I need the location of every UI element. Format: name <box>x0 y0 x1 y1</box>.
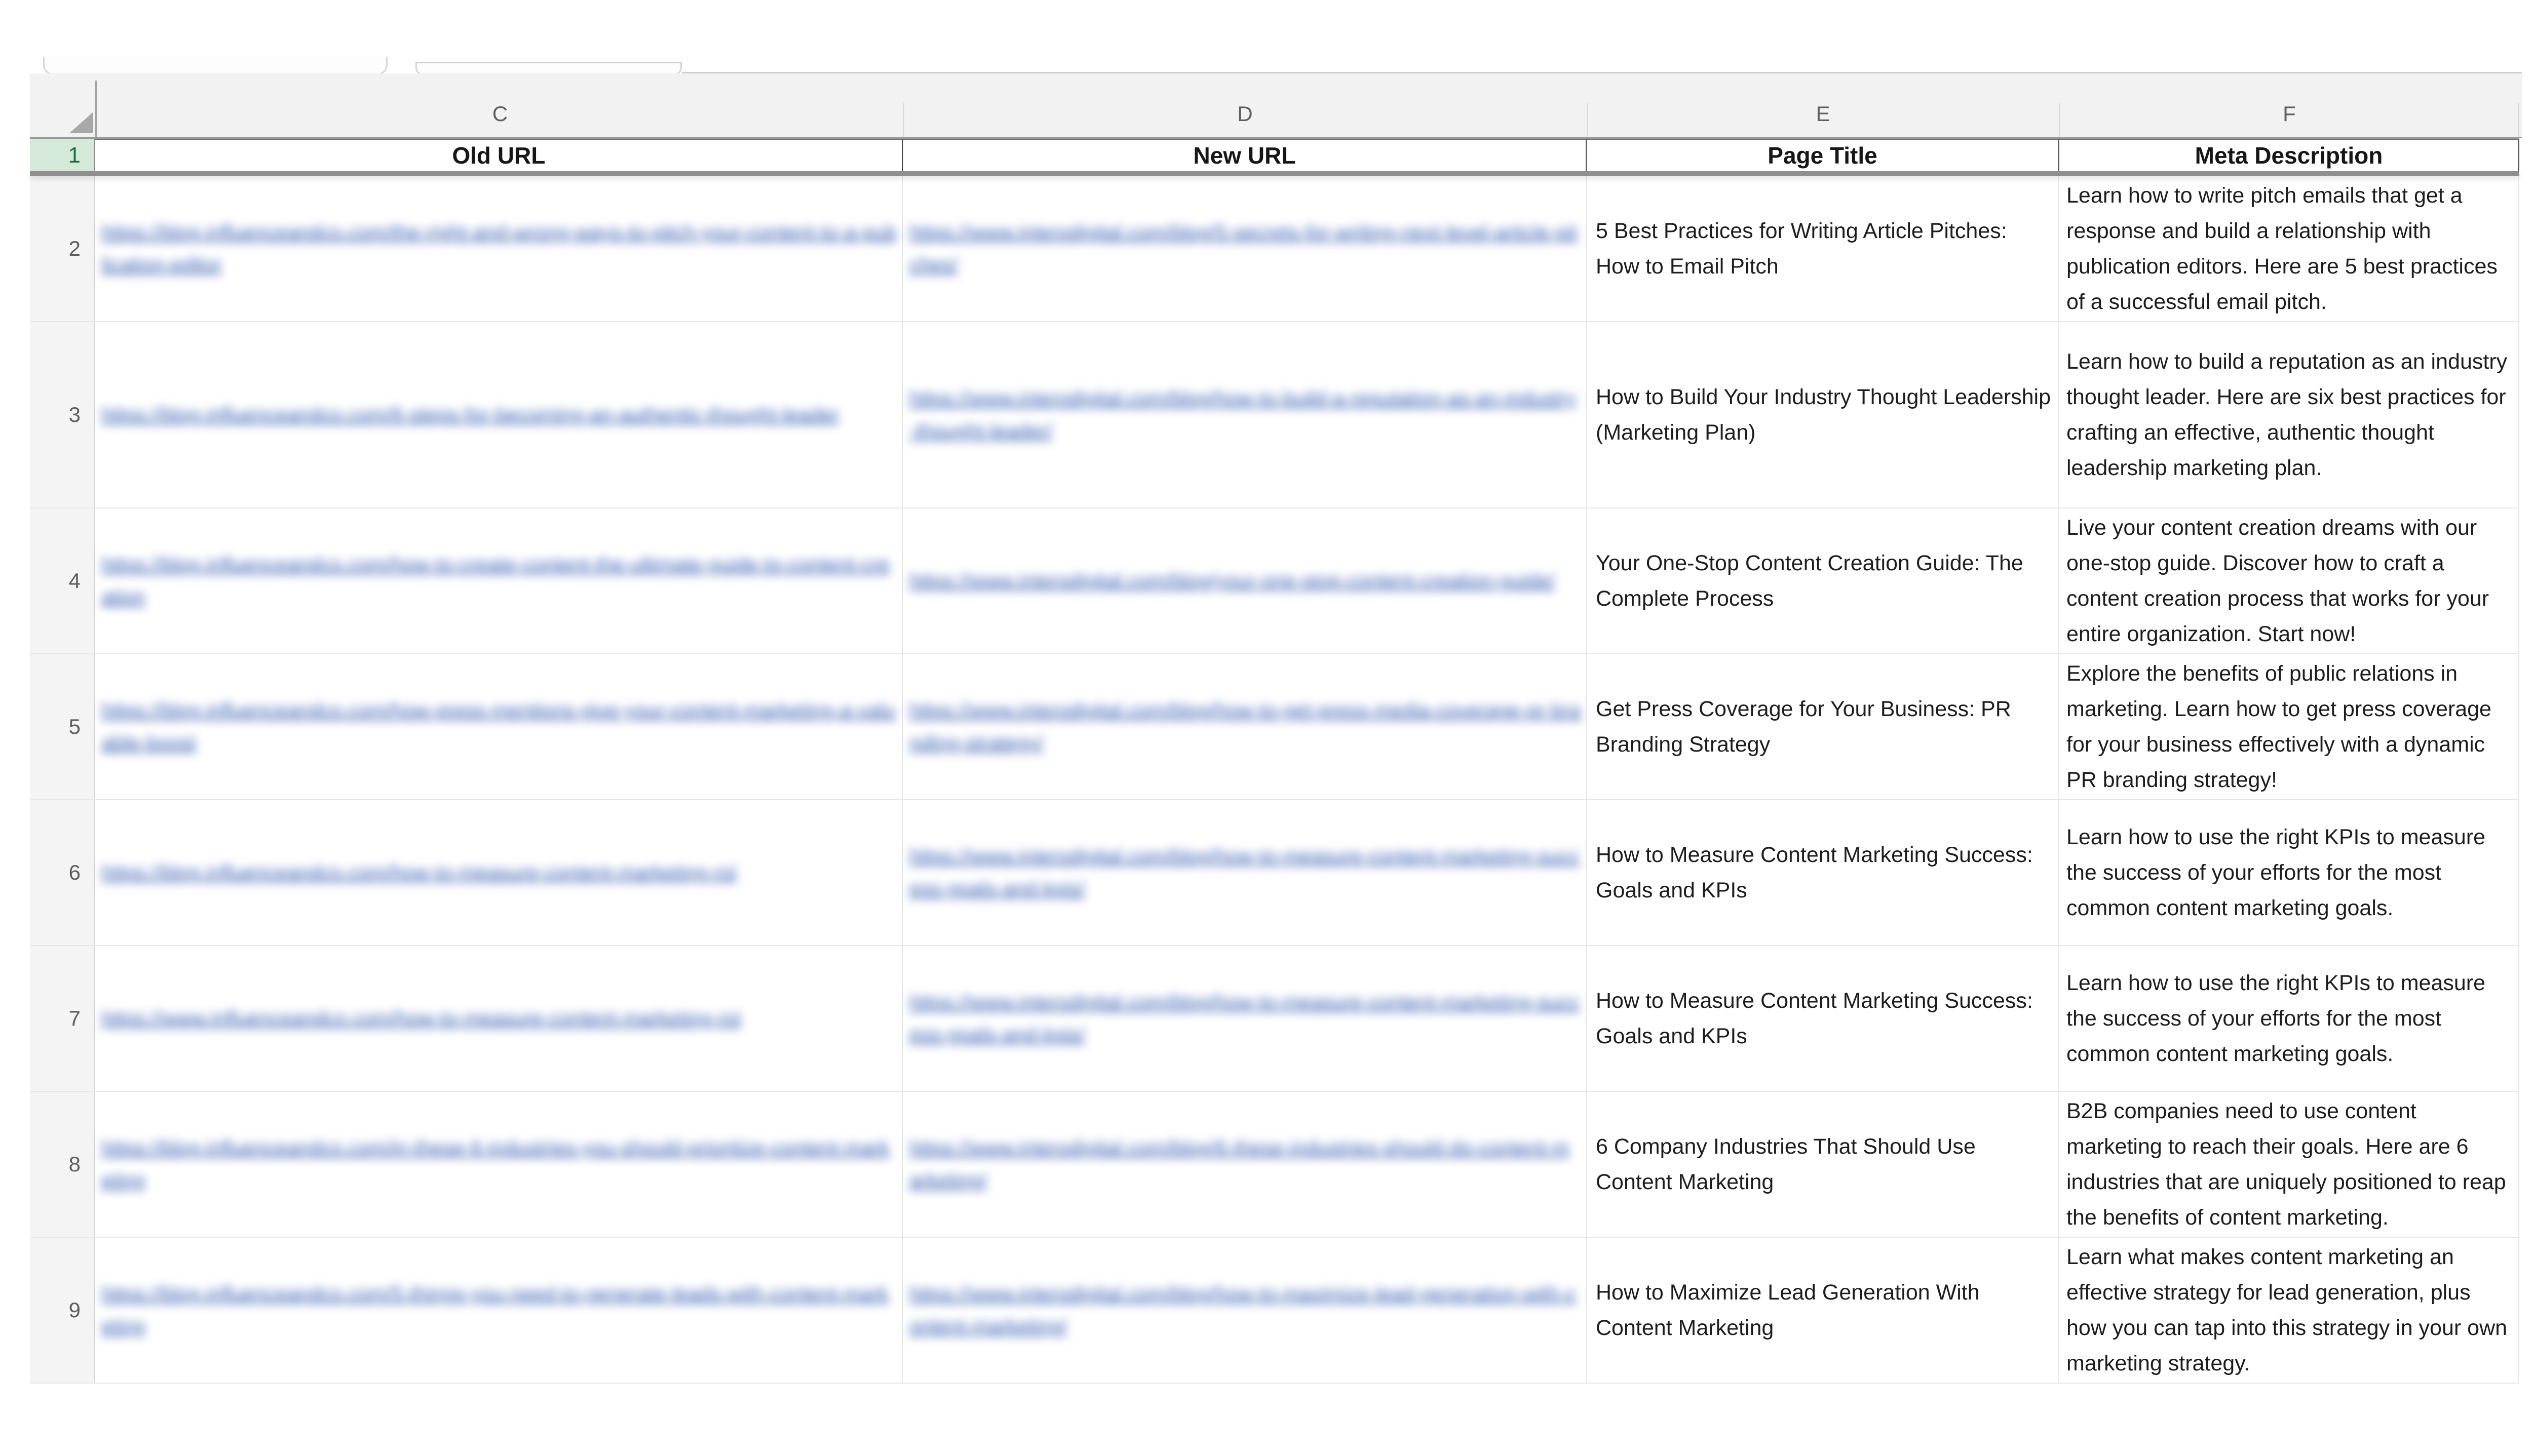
cell-meta-description[interactable]: Learn what makes content marketing an ef… <box>2059 1238 2519 1383</box>
blurred-hyperlink: https://blog.influenceandco.com/how-to-m… <box>101 856 897 889</box>
page-title-text: Get Press Coverage for Your Business: PR… <box>1596 691 2052 762</box>
row-header-7[interactable]: 7 <box>30 946 95 1091</box>
table-row: 4 https://blog.influenceandco.com/how-to… <box>30 508 2519 654</box>
cell-meta-description[interactable]: Live your content creation dreams with o… <box>2059 508 2519 653</box>
meta-description-text: Explore the benefits of public relations… <box>2066 656 2516 798</box>
column-separator <box>1587 103 1588 137</box>
header-cell-old-url[interactable]: Old URL <box>95 139 903 171</box>
table-row: 3 https://blog.influenceandco.com/6-step… <box>30 322 2519 508</box>
cell-old-url[interactable]: https://blog.influenceandco.com/5-things… <box>95 1238 903 1383</box>
cell-new-url[interactable]: https://www.interodigital.com/blog/6-the… <box>903 1092 1587 1237</box>
page-title-text: How to Maximize Lead Generation With Con… <box>1596 1275 2052 1346</box>
table-row: 9 https://blog.influenceandco.com/5-thin… <box>30 1238 2519 1384</box>
blurred-hyperlink: https://www.interodigital.com/blog/how-t… <box>909 986 1581 1051</box>
cell-new-url[interactable]: https://www.interodigital.com/blog/how-t… <box>903 654 1587 799</box>
cell-old-url[interactable]: https://blog.influenceandco.com/the-righ… <box>95 176 903 321</box>
cell-page-title[interactable]: How to Build Your Industry Thought Leade… <box>1587 322 2059 507</box>
column-header-panel: C D E F <box>30 73 2522 138</box>
cell-page-title[interactable]: 6 Company Industries That Should Use Con… <box>1587 1092 2059 1237</box>
blurred-hyperlink: https://blog.influenceandco.com/how-pres… <box>101 694 897 759</box>
column-header-f[interactable]: F <box>2059 94 2519 134</box>
cell-page-title[interactable]: Get Press Coverage for Your Business: PR… <box>1587 654 2059 799</box>
column-separator <box>903 103 904 137</box>
browser-tab-remnant-1[interactable] <box>43 57 388 75</box>
blurred-hyperlink: https://blog.influenceandco.com/5-things… <box>101 1278 897 1343</box>
blurred-hyperlink: https://www.interodigital.com/blog/your-… <box>909 565 1581 597</box>
blurred-hyperlink: https://www.interodigital.com/blog/6-the… <box>909 1132 1581 1197</box>
row-header-2[interactable]: 2 <box>30 176 95 321</box>
column-header-c[interactable]: C <box>97 94 903 134</box>
cell-meta-description[interactable]: B2B companies need to use content market… <box>2059 1092 2519 1237</box>
page-title-text: How to Build Your Industry Thought Leade… <box>1596 379 2052 450</box>
blurred-hyperlink: https://blog.influenceandco.com/how-to-c… <box>101 548 897 613</box>
column-separator <box>2518 103 2519 137</box>
meta-description-text: Learn how to build a reputation as an in… <box>2066 344 2516 486</box>
cell-new-url[interactable]: https://www.interodigital.com/blog/your-… <box>903 508 1587 653</box>
meta-description-text: Learn what makes content marketing an ef… <box>2066 1239 2516 1381</box>
page-title-text: 6 Company Industries That Should Use Con… <box>1596 1129 2052 1200</box>
meta-description-text: B2B companies need to use content market… <box>2066 1093 2516 1235</box>
select-all-triangle-icon[interactable] <box>69 112 93 133</box>
blurred-hyperlink: https://blog.influenceandco.com/in-these… <box>101 1132 897 1197</box>
cell-page-title[interactable]: How to Maximize Lead Generation With Con… <box>1587 1238 2059 1383</box>
cell-new-url[interactable]: https://www.interodigital.com/blog/how-t… <box>903 946 1587 1091</box>
row-header-4[interactable]: 4 <box>30 508 95 653</box>
meta-description-text: Learn how to use the right KPIs to measu… <box>2066 965 2516 1072</box>
meta-description-text: Learn how to use the right KPIs to measu… <box>2066 819 2516 926</box>
blurred-hyperlink: https://www.influenceandco.com/how-to-me… <box>101 1002 897 1035</box>
cell-page-title[interactable]: 5 Best Practices for Writing Article Pit… <box>1587 176 2059 321</box>
blurred-hyperlink: https://www.interodigital.com/blog/how-t… <box>909 1278 1581 1343</box>
cell-old-url[interactable]: https://blog.influenceandco.com/how-pres… <box>95 654 903 799</box>
row-header-5[interactable]: 5 <box>30 654 95 799</box>
header-cell-page-title[interactable]: Page Title <box>1587 139 2059 171</box>
row-header-3[interactable]: 3 <box>30 322 95 507</box>
row-header-1[interactable]: 1 <box>30 139 95 171</box>
cell-meta-description[interactable]: Explore the benefits of public relations… <box>2059 654 2519 799</box>
cell-page-title[interactable]: Your One-Stop Content Creation Guide: Th… <box>1587 508 2059 653</box>
table-header-row: 1 Old URL New URL Page Title Meta Descri… <box>30 138 2519 171</box>
table-row: 7 https://www.influenceandco.com/how-to-… <box>30 946 2519 1092</box>
cell-page-title[interactable]: How to Measure Content Marketing Success… <box>1587 946 2059 1091</box>
meta-description-text: Live your content creation dreams with o… <box>2066 510 2516 652</box>
page-title-text: 5 Best Practices for Writing Article Pit… <box>1596 213 2052 284</box>
cell-old-url[interactable]: https://blog.influenceandco.com/how-to-c… <box>95 508 903 653</box>
cell-new-url[interactable]: https://www.interodigital.com/blog/how-t… <box>903 1238 1587 1383</box>
cell-meta-description[interactable]: Learn how to use the right KPIs to measu… <box>2059 946 2519 1091</box>
table-row: 6 https://blog.influenceandco.com/how-to… <box>30 800 2519 946</box>
column-header-d[interactable]: D <box>903 94 1587 134</box>
page-title-text: How to Measure Content Marketing Success… <box>1596 837 2052 908</box>
sheet-grid: 1 Old URL New URL Page Title Meta Descri… <box>30 138 2519 1384</box>
page-title-text: How to Measure Content Marketing Success… <box>1596 983 2052 1054</box>
table-row: 2 https://blog.influenceandco.com/the-ri… <box>30 176 2519 322</box>
cell-new-url[interactable]: https://www.interodigital.com/blog/5-sec… <box>903 176 1587 321</box>
table-row: 5 https://blog.influenceandco.com/how-pr… <box>30 654 2519 800</box>
cell-old-url[interactable]: https://www.influenceandco.com/how-to-me… <box>95 946 903 1091</box>
row-header-6[interactable]: 6 <box>30 800 95 945</box>
row-header-9[interactable]: 9 <box>30 1238 95 1383</box>
blurred-hyperlink: https://www.interodigital.com/blog/5-sec… <box>909 216 1581 281</box>
cell-meta-description[interactable]: Learn how to write pitch emails that get… <box>2059 176 2519 321</box>
blurred-hyperlink: https://www.interodigital.com/blog/how-t… <box>909 694 1581 759</box>
freeze-pane-divider[interactable] <box>30 171 2519 176</box>
column-separator <box>2059 103 2060 137</box>
column-header-e[interactable]: E <box>1587 94 2059 134</box>
table-row: 8 https://blog.influenceandco.com/in-the… <box>30 1092 2519 1238</box>
meta-description-text: Learn how to write pitch emails that get… <box>2066 178 2516 320</box>
cell-old-url[interactable]: https://blog.influenceandco.com/6-steps-… <box>95 322 903 507</box>
blurred-hyperlink: https://blog.influenceandco.com/6-steps-… <box>101 399 897 431</box>
page-title-text: Your One-Stop Content Creation Guide: Th… <box>1596 545 2052 616</box>
blurred-hyperlink: https://blog.influenceandco.com/the-righ… <box>101 216 897 281</box>
blurred-hyperlink: https://www.interodigital.com/blog/how-t… <box>909 840 1581 905</box>
cell-old-url[interactable]: https://blog.influenceandco.com/in-these… <box>95 1092 903 1237</box>
row-header-8[interactable]: 8 <box>30 1092 95 1237</box>
cell-new-url[interactable]: https://www.interodigital.com/blog/how-t… <box>903 800 1587 945</box>
cell-meta-description[interactable]: Learn how to use the right KPIs to measu… <box>2059 800 2519 945</box>
blurred-hyperlink: https://www.interodigital.com/blog/how-t… <box>909 382 1581 447</box>
cell-page-title[interactable]: How to Measure Content Marketing Success… <box>1587 800 2059 945</box>
header-cell-new-url[interactable]: New URL <box>903 139 1587 171</box>
cell-meta-description[interactable]: Learn how to build a reputation as an in… <box>2059 322 2519 507</box>
cell-old-url[interactable]: https://blog.influenceandco.com/how-to-m… <box>95 800 903 945</box>
cell-new-url[interactable]: https://www.interodigital.com/blog/how-t… <box>903 322 1587 507</box>
header-cell-meta-description[interactable]: Meta Description <box>2059 139 2519 171</box>
